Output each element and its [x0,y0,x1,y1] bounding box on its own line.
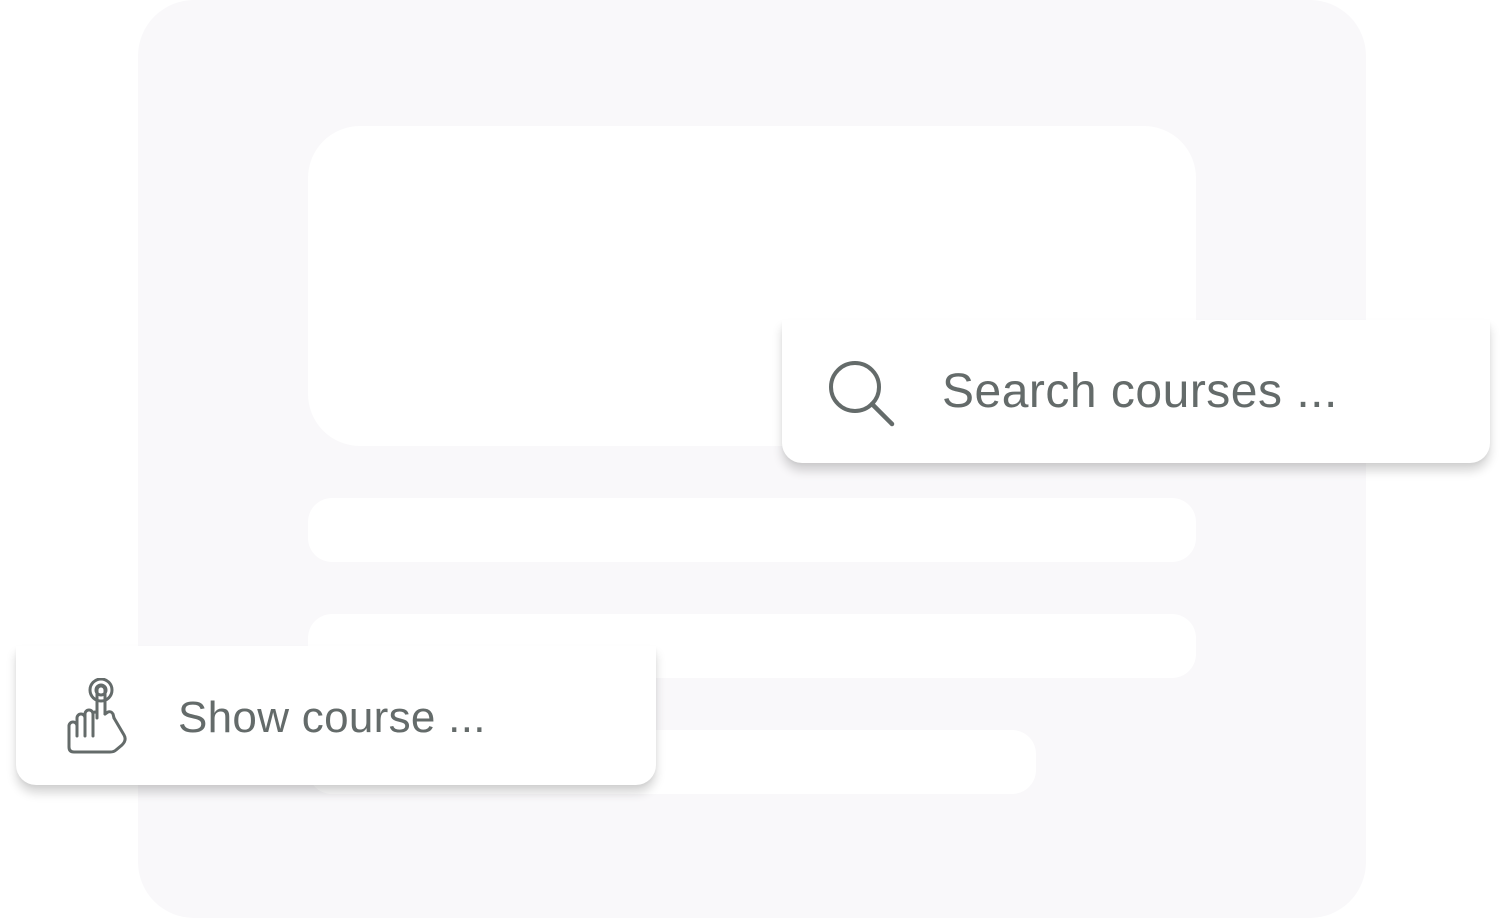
search-icon [826,358,896,428]
search-courses-label: Search courses ... [942,365,1338,418]
search-courses-card[interactable]: Search courses ... [782,320,1490,463]
content-line-placeholder [308,498,1196,562]
pointing-hand-icon [64,677,130,754]
show-course-card[interactable]: Show course ... [16,646,656,785]
show-course-label: Show course ... [178,693,486,742]
